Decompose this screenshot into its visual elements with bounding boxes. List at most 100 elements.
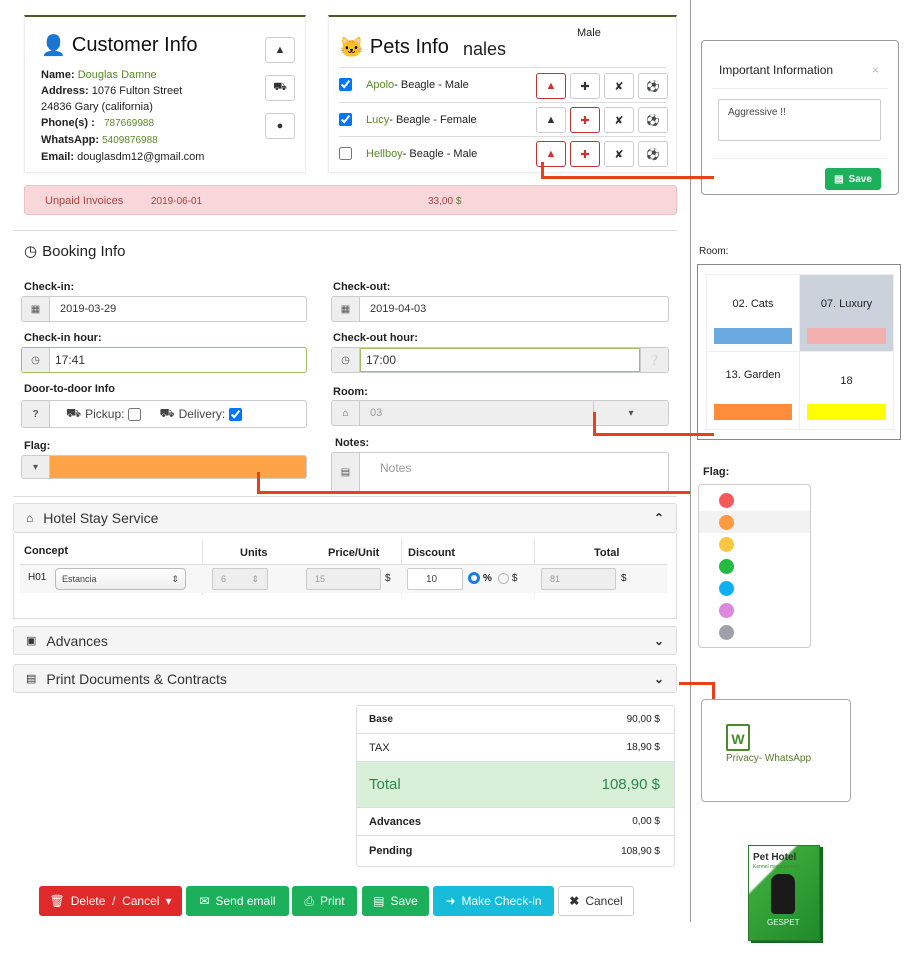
home-icon: ⌂ [332, 401, 360, 425]
room-select[interactable]: ⌂ 03 ▾ [331, 400, 669, 426]
transport-button[interactable]: ⛟ [265, 75, 295, 101]
chevron-up-icon[interactable]: ⌃ [654, 511, 664, 525]
pet-toy-button[interactable]: ⚽ [638, 141, 668, 167]
price-input[interactable]: 15 [306, 568, 381, 590]
discount-input[interactable]: 10 [407, 568, 463, 590]
room-option[interactable]: 02. Cats [707, 275, 800, 352]
delivery-checkbox[interactable] [229, 407, 243, 421]
location-button[interactable]: ● [265, 113, 295, 139]
percent-radio[interactable] [468, 572, 480, 584]
flag-picker [698, 484, 811, 648]
word-document-icon[interactable]: W [726, 724, 750, 751]
pet-warning-button[interactable]: ▲ [536, 73, 566, 99]
file-icon: ▤ [332, 453, 360, 491]
important-info-textarea[interactable]: Aggressive !! [718, 99, 881, 141]
pet-food-button[interactable]: ✘ [604, 141, 634, 167]
checkin-hour-input[interactable]: ◷ 17:41 [21, 347, 307, 373]
totals-row-pending: Pending 108,90 $ [369, 845, 660, 857]
pet-name[interactable]: Lucy [366, 114, 389, 126]
close-icon[interactable]: × [872, 63, 879, 77]
discount-type-radios: % $ [468, 572, 517, 584]
pet-toy-button[interactable]: ⚽ [638, 73, 668, 99]
cutlery-icon: ✘ [614, 148, 624, 161]
connector-line [257, 472, 260, 493]
medkit-icon: ✚ [580, 148, 590, 161]
warning-icon: ▲ [274, 44, 286, 56]
id-card-icon: ▤ [26, 673, 37, 685]
checkout-hour-input[interactable]: ◷ 17:00 ❔ [331, 347, 669, 373]
money-icon: ▣ [26, 635, 37, 647]
unpaid-invoices-bar: Unpaid Invoices 2019-06-01 33,00 $ [24, 185, 677, 215]
connector-line [257, 491, 690, 494]
vertical-separator [690, 0, 691, 922]
advances-panel-header[interactable]: ▣ Advances ⌄ [13, 626, 677, 655]
print-documents-panel-header[interactable]: ▤ Print Documents & Contracts ⌄ [13, 664, 677, 693]
delete-cancel-button[interactable]: 🗑 Delete / Cancel ▾ [39, 886, 182, 916]
room-option[interactable]: 13. Garden [707, 352, 800, 429]
pet-checkbox[interactable] [339, 113, 352, 126]
flag-option[interactable] [699, 489, 810, 511]
pet-toy-button[interactable]: ⚽ [638, 107, 668, 133]
pet-name[interactable]: Hellboy [366, 148, 403, 160]
customer-info-card: 👤 Customer Info Name: Douglas Damne Addr… [24, 15, 306, 173]
room-dropdown-toggle[interactable]: ▾ [593, 401, 668, 425]
document-link[interactable]: Privacy- WhatsApp [726, 753, 811, 764]
modal-save-button[interactable]: ▤ Save [825, 168, 881, 190]
github-cat-icon: 🐱 [339, 37, 364, 59]
pet-food-button[interactable]: ✘ [604, 73, 634, 99]
notes-textarea[interactable]: ▤ Notes [331, 452, 669, 492]
customer-whatsapp[interactable]: 5409876988 [102, 135, 158, 146]
send-email-button[interactable]: ✉ Send email [186, 886, 289, 916]
checkin-date-input[interactable]: ▦ 2019-03-29 [21, 296, 307, 322]
pet-food-button[interactable]: ✘ [604, 107, 634, 133]
customer-phone[interactable]: 787669988 [104, 118, 154, 129]
unpaid-date: 2019-06-01 [151, 196, 203, 207]
flag-option[interactable] [699, 555, 810, 577]
help-icon[interactable]: ❔ [640, 348, 668, 372]
units-input[interactable]: 6 ⇕ [212, 568, 268, 590]
connector-line [679, 682, 715, 685]
pet-warning-button[interactable]: ▲ [536, 107, 566, 133]
checkout-date-input[interactable]: ▦ 2019-04-03 [331, 296, 669, 322]
flag-option[interactable] [699, 511, 810, 533]
totals-row-advances: Advances 0,00 $ [357, 808, 674, 836]
save-button[interactable]: ▤ Save [362, 886, 429, 916]
customer-email[interactable]: douglasdm12@gmail.com [77, 151, 204, 163]
flag-dot-yellow [719, 536, 734, 552]
cancel-button[interactable]: ✖ Cancel [558, 886, 634, 916]
make-checkin-button[interactable]: ➜ Make Check-in [433, 886, 554, 916]
hotel-stay-panel-header[interactable]: ⌂ Hotel Stay Service ⌃ [13, 503, 677, 533]
flag-select[interactable]: ▾ [21, 455, 307, 479]
flag-dot-red [719, 492, 734, 508]
flag-option[interactable] [699, 577, 810, 599]
flag-option[interactable] [699, 621, 810, 643]
pickup-checkbox[interactable] [128, 407, 142, 421]
pet-medical-button[interactable]: ✚ [570, 141, 600, 167]
chevron-down-icon[interactable]: ⌄ [654, 634, 664, 648]
pet-checkbox[interactable] [339, 147, 352, 160]
warning-button[interactable]: ▲ [265, 37, 295, 63]
envelope-icon: ✉ [199, 894, 210, 908]
chevron-down-icon[interactable]: ⌄ [654, 672, 664, 686]
floppy-disk-icon: ▤ [373, 894, 385, 908]
customer-name[interactable]: Douglas Damne [78, 69, 157, 81]
pet-checkbox[interactable] [339, 78, 352, 91]
total-input: 81 [541, 568, 616, 590]
flag-picker-label: Flag: [703, 466, 730, 478]
pet-name[interactable]: Apolo [366, 79, 394, 91]
pet-medical-button[interactable]: ✚ [570, 73, 600, 99]
spinner-icon[interactable]: ⇕ [251, 574, 259, 584]
warning-icon: ▲ [545, 114, 557, 126]
print-button[interactable]: ⎙ Print [292, 886, 357, 916]
cutlery-icon: ✘ [614, 80, 624, 93]
room-picker-label: Room: [699, 246, 729, 257]
room-option[interactable]: 07. Luxury [800, 275, 893, 352]
pet-medical-button[interactable]: ✚ [570, 107, 600, 133]
currency-radio[interactable] [497, 572, 509, 584]
room-option[interactable]: 18 [800, 352, 893, 429]
warning-icon: ▲ [545, 80, 557, 92]
concept-select[interactable]: Estancia ⇕ [55, 568, 186, 590]
room-color-bar [807, 404, 886, 420]
flag-option[interactable] [699, 599, 810, 621]
flag-option[interactable] [699, 533, 810, 555]
